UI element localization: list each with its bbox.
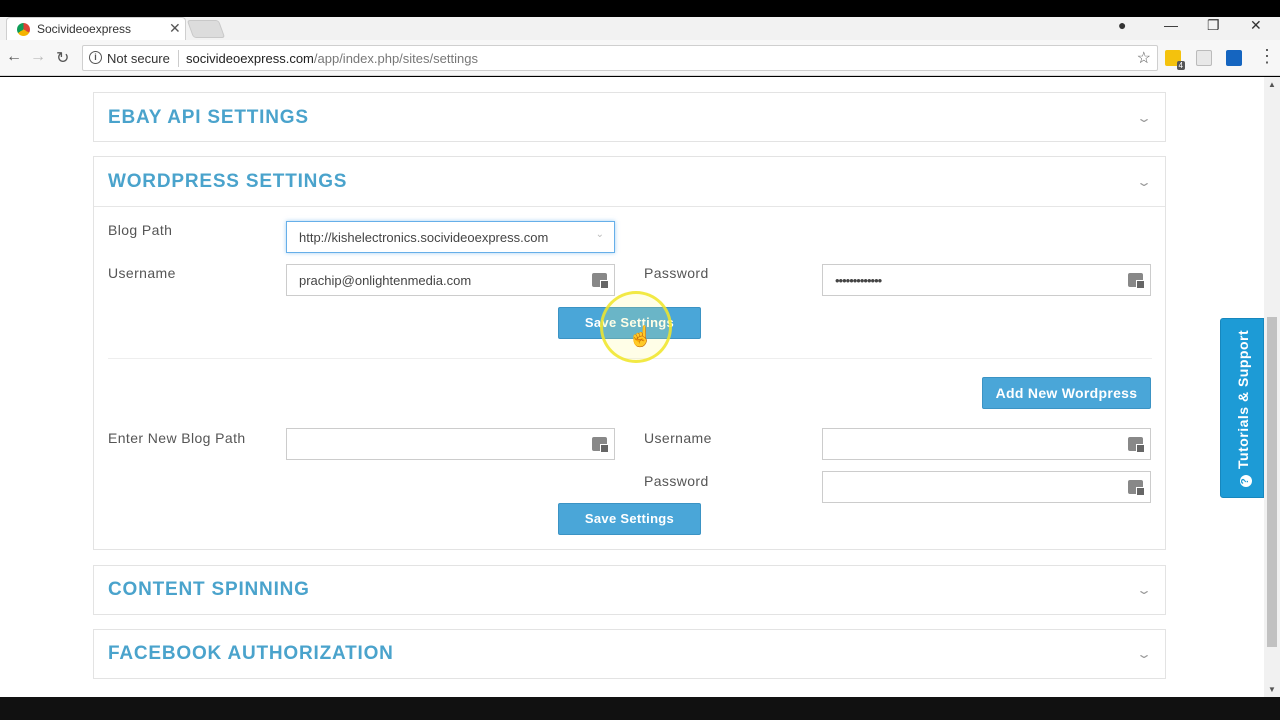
- address-bar[interactable]: i Not secure socivideoexpress.com/app/in…: [82, 45, 1158, 71]
- question-icon: ?: [1240, 475, 1252, 487]
- content-spinning-title[interactable]: CONTENT SPINNING: [108, 579, 310, 601]
- hand-cursor-icon: ☝: [628, 326, 653, 348]
- facebook-authorization-title[interactable]: FACEBOOK AUTHORIZATION: [108, 643, 394, 665]
- password-manager-icon[interactable]: [1128, 273, 1145, 289]
- omnibox-divider: [178, 50, 179, 67]
- password-manager-icon[interactable]: [592, 273, 609, 289]
- forward-arrow-icon[interactable]: →: [30, 48, 46, 66]
- save-new-settings-button[interactable]: Save Settings: [558, 503, 701, 535]
- blog-path-value: http://kishelectronics.socivideoexpress.…: [299, 230, 549, 245]
- password-manager-icon[interactable]: [1128, 437, 1145, 453]
- tab-title: Socivideoexpress: [37, 22, 132, 36]
- panel-header-divider: [94, 206, 1165, 207]
- back-arrow-icon[interactable]: ←: [6, 48, 22, 66]
- extension-search-icon[interactable]: [1226, 50, 1242, 66]
- url-text[interactable]: socivideoexpress.com/app/index.php/sites…: [186, 51, 478, 66]
- extension-shield-icon[interactable]: [1196, 50, 1212, 66]
- wordpress-chevron-down-icon[interactable]: ⌄: [1136, 175, 1152, 189]
- url-domain: socivideoexpress.com: [186, 51, 314, 66]
- username-label: Username: [108, 265, 176, 281]
- browser-toolbar: ← → ↻ i Not secure socivideoexpress.com/…: [0, 40, 1280, 76]
- new-blog-path-label: Enter New Blog Path: [108, 430, 246, 446]
- browser-tab[interactable]: Socivideoexpress ✕: [6, 17, 186, 40]
- facebook-chevron-down-icon[interactable]: ⌄: [1136, 647, 1152, 661]
- new-username-input[interactable]: [822, 428, 1151, 460]
- bottom-bar: [0, 697, 1280, 720]
- password-value: •••••••••••••: [835, 273, 882, 288]
- new-tab-button[interactable]: [186, 20, 226, 38]
- info-icon[interactable]: i: [89, 51, 102, 64]
- tutorials-support-label: ? Tutorials & Support: [1235, 330, 1252, 487]
- tutorials-support-text: Tutorials & Support: [1235, 329, 1251, 469]
- password-manager-icon[interactable]: [1128, 480, 1145, 496]
- password-input[interactable]: •••••••••••••: [822, 264, 1151, 296]
- extension-badge: 4: [1176, 61, 1185, 70]
- url-path: /app/index.php/sites/settings: [313, 51, 478, 66]
- chevron-down-icon: ⌄: [595, 229, 604, 240]
- settings-page: EBAY API SETTINGS ⌄ WORDPRESS SETTINGS ⌄…: [0, 77, 1264, 697]
- username-input[interactable]: prachip@onlightenmedia.com: [286, 264, 615, 296]
- window-close-icon[interactable]: ✕: [1250, 17, 1262, 34]
- tab-strip-top: [0, 0, 1280, 17]
- menu-kebab-icon[interactable]: ⋮: [1258, 46, 1276, 67]
- new-username-label: Username: [644, 430, 712, 446]
- ebay-panel-title[interactable]: EBAY API SETTINGS: [108, 107, 309, 129]
- blog-path-select[interactable]: http://kishelectronics.socivideoexpress.…: [286, 221, 615, 253]
- content-spinning-panel[interactable]: CONTENT SPINNING ⌄: [93, 565, 1166, 615]
- tab-close-icon[interactable]: ✕: [169, 20, 181, 37]
- password-label: Password: [644, 265, 709, 281]
- facebook-authorization-panel[interactable]: FACEBOOK AUTHORIZATION ⌄: [93, 629, 1166, 679]
- blog-path-label: Blog Path: [108, 222, 173, 238]
- ebay-api-settings-panel[interactable]: EBAY API SETTINGS ⌄: [93, 92, 1166, 142]
- scroll-down-arrow-icon[interactable]: ▼: [1268, 685, 1276, 694]
- profile-icon[interactable]: ●: [1118, 17, 1126, 33]
- password-manager-icon[interactable]: [592, 437, 609, 453]
- browser-tab-strip: Socivideoexpress ✕ ● — ❐ ✕: [0, 0, 1280, 40]
- ebay-chevron-down-icon[interactable]: ⌄: [1136, 111, 1152, 125]
- tutorials-support-tab[interactable]: ? Tutorials & Support: [1220, 318, 1264, 498]
- extension-mail-icon[interactable]: 4: [1165, 50, 1185, 70]
- minimize-icon[interactable]: —: [1164, 17, 1178, 33]
- page-scrollbar[interactable]: ▲ ▼: [1264, 77, 1280, 697]
- content-spinning-chevron-down-icon[interactable]: ⌄: [1136, 583, 1152, 597]
- reload-icon[interactable]: ↻: [56, 48, 69, 68]
- favicon-icon: [17, 23, 30, 36]
- username-value: prachip@onlightenmedia.com: [299, 273, 472, 288]
- add-new-wordpress-button[interactable]: Add New Wordpress: [982, 377, 1151, 409]
- not-secure-label: Not secure: [107, 51, 170, 66]
- new-password-label: Password: [644, 473, 709, 489]
- new-blog-path-input[interactable]: [286, 428, 615, 460]
- scroll-up-arrow-icon[interactable]: ▲: [1268, 80, 1276, 89]
- new-password-input[interactable]: [822, 471, 1151, 503]
- bookmark-star-icon[interactable]: ☆: [1137, 48, 1151, 68]
- scroll-thumb[interactable]: [1267, 317, 1277, 647]
- wordpress-panel-title[interactable]: WORDPRESS SETTINGS: [108, 171, 347, 193]
- restore-icon[interactable]: ❐: [1207, 17, 1220, 34]
